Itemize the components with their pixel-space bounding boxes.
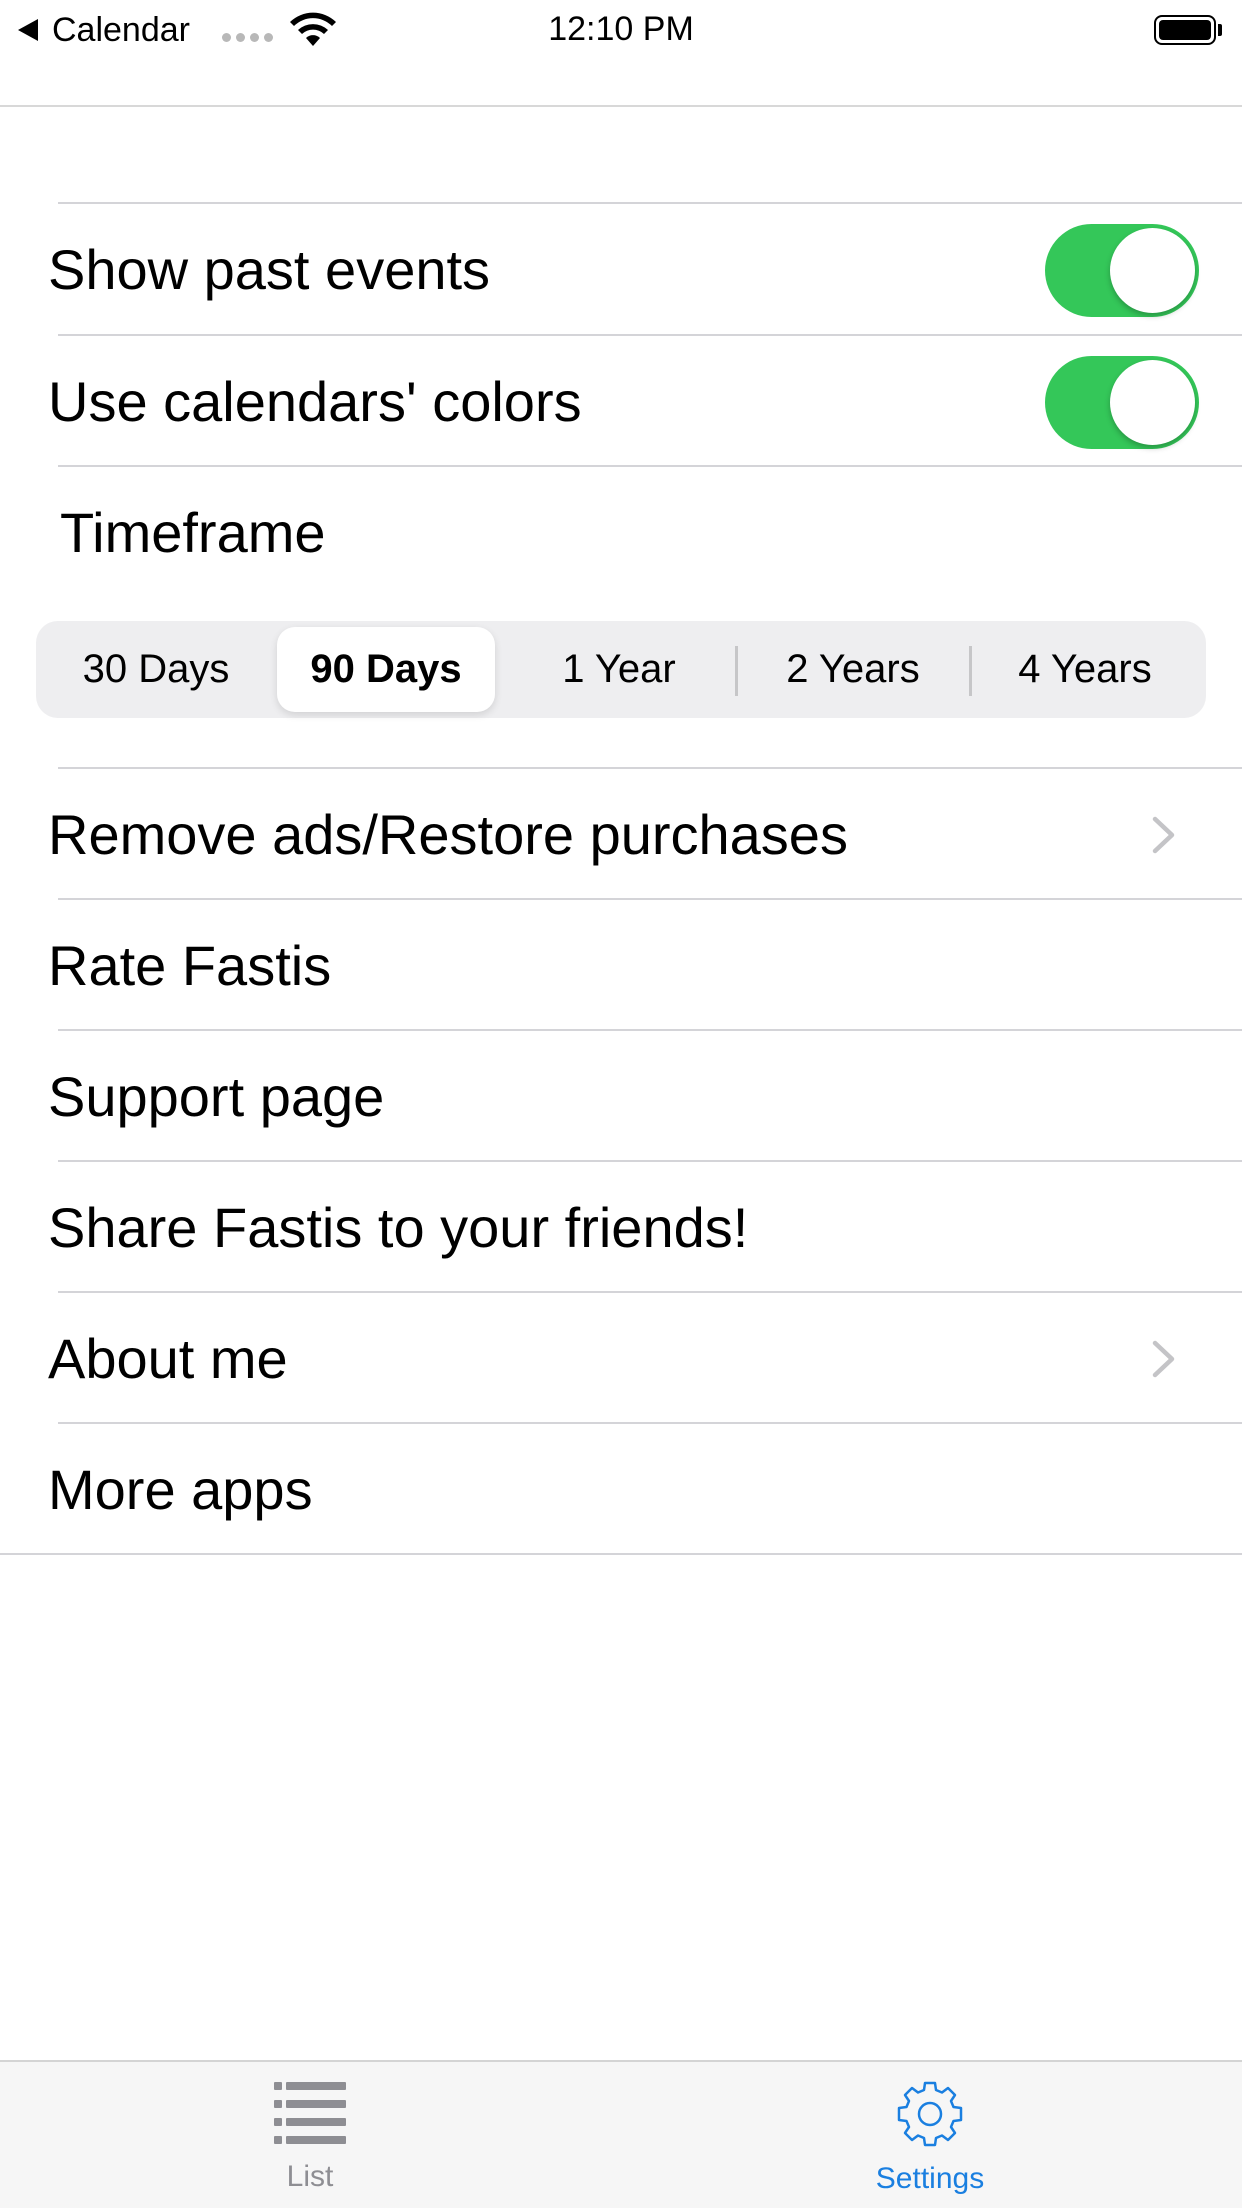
remove-ads-label: Remove ads/Restore purchases	[48, 803, 848, 866]
rate-fastis-label: Rate Fastis	[48, 934, 332, 997]
list-icon	[274, 2082, 346, 2144]
timeframe-option-2-years[interactable]: 2 Years	[738, 627, 968, 712]
more-apps-row[interactable]: More apps	[0, 1424, 1242, 1555]
support-page-label: Support page	[48, 1065, 385, 1128]
use-calendar-colors-toggle[interactable]	[1045, 356, 1199, 449]
battery-tip	[1218, 24, 1222, 36]
status-bar: Calendar 12:10 PM	[0, 0, 1242, 60]
battery-icon	[1154, 15, 1216, 45]
tab-settings[interactable]: Settings	[810, 2080, 1050, 2196]
clock: 12:10 PM	[548, 10, 694, 48]
tab-bar: List Settings	[0, 2060, 1242, 2208]
rate-fastis-row[interactable]: Rate Fastis	[0, 900, 1242, 1031]
timeframe-title: Timeframe	[60, 501, 326, 564]
tab-settings-label: Settings	[875, 2162, 985, 2195]
timeframe-option-90-days[interactable]: 90 Days	[277, 627, 495, 712]
about-me-label: About me	[48, 1327, 288, 1390]
share-fastis-label: Share Fastis to your friends!	[48, 1196, 749, 1259]
timeframe-segmented-control: 30 Days 90 Days 1 Year 2 Years 4 Years	[36, 621, 1206, 718]
remove-ads-row[interactable]: Remove ads/Restore purchases	[0, 769, 1242, 900]
nav-separator	[0, 105, 1242, 107]
show-past-events-toggle[interactable]	[1045, 224, 1199, 317]
use-calendar-colors-row: Use calendars' colors	[0, 336, 1242, 467]
support-page-row[interactable]: Support page	[0, 1031, 1242, 1162]
use-calendar-colors-label: Use calendars' colors	[48, 370, 582, 433]
toggle-knob	[1110, 228, 1195, 313]
separator	[58, 465, 1242, 467]
chevron-right-icon	[1152, 1340, 1175, 1378]
about-me-row[interactable]: About me	[0, 1293, 1242, 1424]
timeframe-option-1-year[interactable]: 1 Year	[506, 627, 732, 712]
show-past-events-label: Show past events	[48, 238, 491, 301]
timeframe-option-30-days[interactable]: 30 Days	[44, 627, 268, 712]
gear-icon	[897, 2081, 963, 2147]
show-past-events-row: Show past events	[0, 204, 1242, 335]
more-apps-label: More apps	[48, 1458, 313, 1521]
share-fastis-row[interactable]: Share Fastis to your friends!	[0, 1162, 1242, 1293]
timeframe-option-4-years[interactable]: 4 Years	[972, 627, 1198, 712]
chevron-right-icon	[1152, 816, 1175, 854]
tab-list-label: List	[286, 2160, 334, 2193]
tab-list[interactable]: List	[190, 2080, 430, 2194]
separator	[0, 1553, 1242, 1555]
toggle-knob	[1110, 360, 1195, 445]
